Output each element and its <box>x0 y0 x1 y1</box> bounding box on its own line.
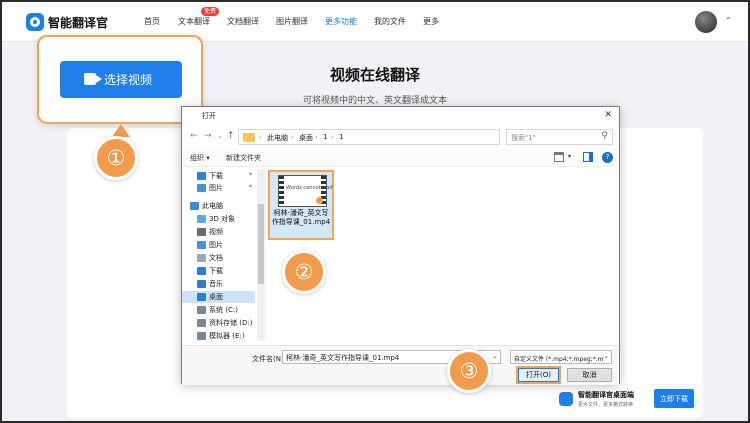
pin-icon: ✦ <box>248 183 254 190</box>
search-placeholder: 搜索"1" <box>511 134 536 142</box>
sidebar-item-videos[interactable]: 视频 <box>197 226 223 238</box>
scroll-thumb[interactable] <box>258 204 264 284</box>
video-thumbnail: Words cannot wait <box>278 175 333 207</box>
download-icon <box>197 172 206 180</box>
sidebar-item-downloads-2[interactable]: 下载 <box>197 265 223 277</box>
promo-title: 智能翻译官桌面端 <box>578 391 634 399</box>
download-icon <box>197 267 206 275</box>
chevron-down-icon[interactable]: ⌄ <box>492 352 498 360</box>
sidebar-item-this-pc[interactable]: 此电脑 <box>190 200 223 212</box>
sidebar-item-downloads[interactable]: 下载 <box>197 170 223 182</box>
filename-label: 文件名(N): <box>252 355 287 363</box>
breadcrumb-this-pc[interactable]: 此电脑 <box>267 133 288 143</box>
drive-icon <box>197 332 206 340</box>
dialog-toolbar: 组织 ▾ 新建文件夹 ▾ ? <box>182 149 619 167</box>
document-icon <box>197 254 206 262</box>
sidebar-item-pictures[interactable]: 图片 <box>197 239 223 251</box>
logo-icon <box>26 13 44 31</box>
recent-dropdown-icon[interactable]: ⌄ <box>217 132 223 140</box>
nav-more[interactable]: 更多 <box>423 16 439 27</box>
select-video-callout: 选择视频 <box>37 35 203 124</box>
open-button[interactable]: 打开(O) <box>516 366 561 384</box>
breadcrumb-folder-1b[interactable]: 1 <box>339 133 343 141</box>
nav-more-features[interactable]: 更多功能 <box>325 16 357 27</box>
path-box[interactable]: › 此电脑 › 桌面 › 1 › 1 ⌄ ↻ <box>238 129 547 145</box>
cancel-button[interactable]: 取消 <box>567 368 612 382</box>
nav-home[interactable]: 首页 <box>144 16 160 27</box>
file-item-video[interactable]: Words cannot wait 柯林-潘奇_英文写作指导课_01.mp4 <box>268 170 334 240</box>
view-options-icon[interactable] <box>554 152 564 162</box>
dialog-titlebar: 打开 ✕ <box>182 107 619 125</box>
dialog-footer: 文件名(N): 柯林-潘奇_英文写作指导课_01.mp4 ⌄ 自定义文件 (*.… <box>182 345 619 385</box>
breadcrumb-folder-1[interactable]: 1 <box>323 133 327 141</box>
close-icon[interactable]: ✕ <box>604 110 612 120</box>
file-name: 柯林-潘奇_英文写作指导课_01.mp4 <box>271 209 331 226</box>
pin-icon: ✦ <box>248 171 254 178</box>
sidebar-item-drive-c[interactable]: 系统 (C:) <box>197 304 238 316</box>
folder-icon <box>243 133 255 142</box>
step-2-marker: ② <box>282 250 326 294</box>
select-video-button[interactable]: 选择视频 <box>60 61 182 98</box>
drive-icon <box>197 319 206 327</box>
computer-icon <box>190 202 199 210</box>
video-icon <box>197 228 206 236</box>
music-icon <box>197 280 206 288</box>
nav-image-translate[interactable]: 图片翻译 <box>276 16 308 27</box>
drive-icon <box>197 306 206 314</box>
nav-text-translate[interactable]: 文本翻译 <box>178 16 210 27</box>
file-list: Words cannot wait 柯林-潘奇_英文写作指导课_01.mp4 <box>268 167 618 341</box>
free-badge: 免费 <box>201 7 220 16</box>
preview-pane-icon[interactable] <box>583 152 593 162</box>
chevron-up-icon[interactable]: ⌃ <box>725 16 732 25</box>
app-logo-icon <box>559 392 573 406</box>
nav-sidebar: 下载 ✦ 图片 ✦ 此电脑 3D 对象 视频 图片 文档 下载 音乐 桌面 系统… <box>182 167 255 341</box>
picture-icon <box>197 184 206 192</box>
desktop-icon <box>197 293 206 301</box>
sidebar-item-music[interactable]: 音乐 <box>197 278 223 290</box>
select-video-label: 选择视频 <box>104 73 153 87</box>
nav-doc-translate[interactable]: 文档翻译 <box>227 16 259 27</box>
video-camera-icon <box>84 73 102 85</box>
search-icon: ⚲ <box>601 131 608 141</box>
search-input[interactable]: 搜索"1" ⚲ <box>506 129 613 145</box>
forward-arrow-icon[interactable]: → <box>204 131 212 141</box>
new-folder-button[interactable]: 新建文件夹 <box>226 153 261 163</box>
sidebar-item-pictures-pinned[interactable]: 图片 <box>197 182 223 194</box>
up-arrow-icon[interactable]: ↑ <box>227 131 235 141</box>
thumbnail-text: Words cannot wait <box>286 185 333 191</box>
back-arrow-icon[interactable]: ← <box>190 131 198 141</box>
dialog-title: 打开 <box>202 112 216 120</box>
promo-subtitle: 更大文件、更多格式转换 <box>578 402 634 408</box>
breadcrumb-desktop[interactable]: 桌面 <box>299 133 313 143</box>
sidebar-item-3d-objects[interactable]: 3D 对象 <box>197 213 235 225</box>
step-1-marker: ① <box>94 136 138 180</box>
nav-my-files[interactable]: 我的文件 <box>374 16 406 27</box>
sidebar-item-documents[interactable]: 文档 <box>197 252 223 264</box>
sidebar-item-drive-e[interactable]: 模拟器 (E:) <box>197 330 244 341</box>
organize-menu[interactable]: 组织 ▾ <box>190 153 210 163</box>
avatar[interactable] <box>695 11 717 33</box>
brand-name[interactable]: 智能翻译官 <box>48 14 108 31</box>
sidebar-item-desktop[interactable]: 桌面 <box>182 291 255 303</box>
cube-icon <box>197 215 206 223</box>
sidebar-scrollbar[interactable] <box>257 169 265 341</box>
file-open-dialog: 打开 ✕ ← → ⌄ ↑ › 此电脑 › 桌面 › 1 › 1 ⌄ ↻ 搜索"1… <box>181 106 620 385</box>
filetype-select[interactable]: 自定义文件 (*.mp4;*.mpeg;*.m ⌄ <box>510 350 612 364</box>
step-3-marker: ③ <box>447 349 491 393</box>
player-badge-icon <box>316 197 323 204</box>
chevron-down-icon[interactable]: ⌄ <box>603 352 609 360</box>
sidebar-item-drive-d[interactable]: 资料存储 (D:) <box>197 317 252 329</box>
download-now-button[interactable]: 立即下载 <box>654 389 694 408</box>
view-dropdown-icon[interactable]: ▾ <box>568 153 571 160</box>
picture-icon <box>197 241 206 249</box>
address-bar: ← → ⌄ ↑ › 此电脑 › 桌面 › 1 › 1 ⌄ ↻ 搜索"1" ⚲ <box>182 125 619 149</box>
help-icon[interactable]: ? <box>602 152 613 163</box>
